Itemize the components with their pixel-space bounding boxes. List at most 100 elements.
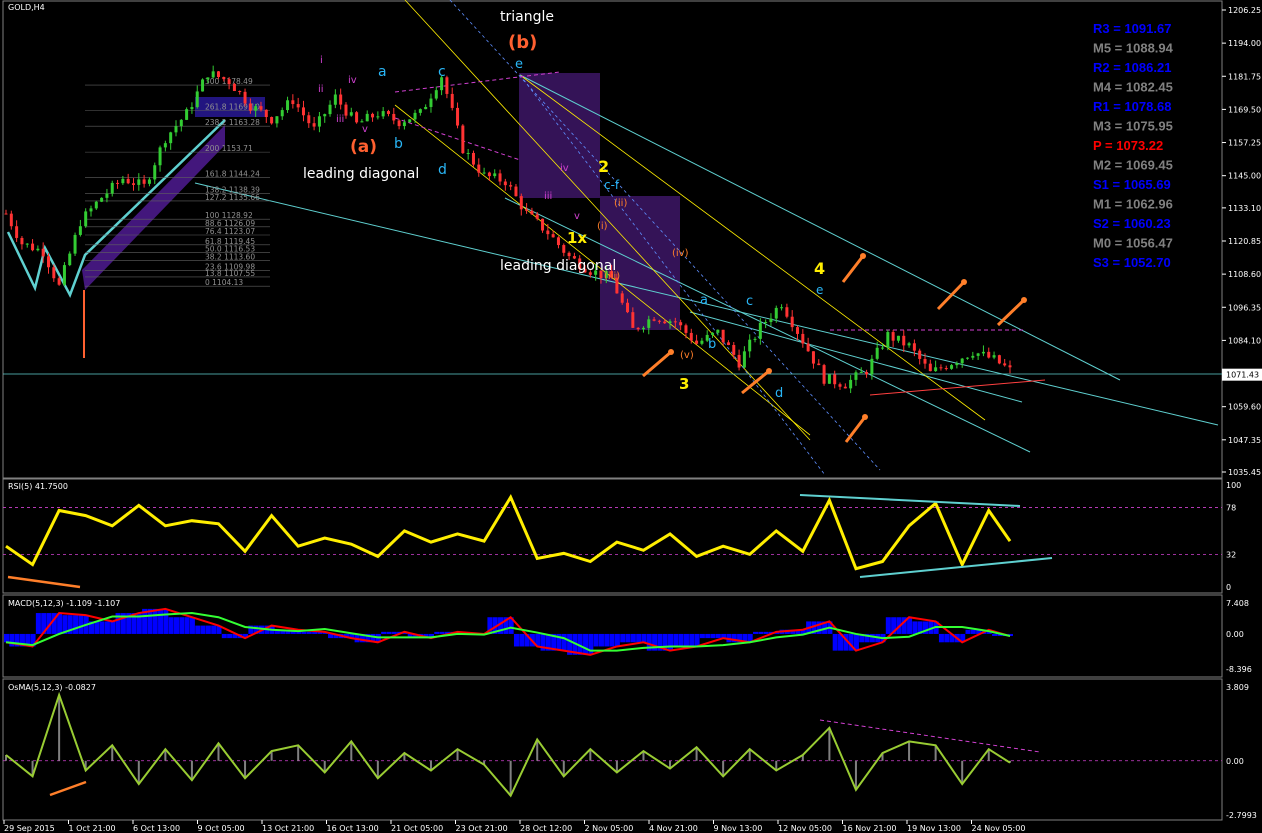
wave-label: 4 [814,259,825,278]
candle-body [312,123,316,127]
candle-body [317,116,321,127]
wave-label: (v) [680,350,694,361]
candle-body [849,379,853,389]
candle-body [790,316,794,328]
macd-bar [99,621,105,634]
indicator-lines [3,493,1222,798]
macd-bar [885,617,891,634]
price-tick-label: 1059.60 [1228,403,1261,412]
osma-line [5,691,1011,798]
candle-body [461,125,465,154]
impulse-wedge [82,125,225,290]
macd-bar [104,621,110,634]
trading-chart[interactable]: 300 1178.49261.8 1169.10238.2 1163.28200… [0,0,1262,833]
candle-body [902,335,906,346]
candle-body [365,113,369,122]
candle-body [190,107,194,110]
candle-body [52,267,56,279]
candle-body [620,293,624,303]
candle-body [121,178,125,184]
macd-bar [668,633,674,651]
wave-label: i [320,55,323,66]
candle-body [811,351,815,364]
diag-line-3 [519,74,986,421]
current-price-label: 1071.43 [1226,371,1259,380]
osma-orange-mark [49,780,87,797]
wave-label: d [438,162,447,178]
osma-bar [137,760,140,785]
candle-body [280,110,284,117]
pivot-label: S1 = 1065.69 [1093,177,1171,192]
macd-bar [110,621,116,634]
macd-bar [152,608,158,634]
time-tick-label: 16 Oct 13:00 [327,824,379,833]
candle-body [84,211,88,227]
candle-body [57,278,61,285]
candle-body [764,321,768,323]
wave-label: a [700,293,708,308]
candle-body [201,79,205,92]
time-tick-label: 13 Oct 21:00 [262,824,314,833]
candle-body [227,79,231,84]
macd-bar [147,608,153,634]
wave-label: (a) [350,137,377,157]
macd-bar [710,633,716,639]
candle-body [859,372,863,374]
analysis-drawings [3,0,1222,476]
macd-bar [625,633,631,643]
candle-body [981,351,985,354]
wave-label: (iv) [672,248,689,259]
candle-body [147,179,151,184]
wave-label: iv [348,75,357,86]
arrow-head [961,279,967,285]
arrow-head [862,414,868,420]
macd-bar [715,633,721,639]
macd-bar [763,631,769,634]
macd-bar [598,633,604,647]
candle-body [695,340,699,344]
candle-body [652,319,656,321]
osma-bar [190,760,193,781]
indicator-tick-label: 0.00 [1226,630,1244,639]
macd-bar [195,625,201,634]
candle-body [525,209,529,211]
candle-body [769,318,773,322]
osma-bar [722,760,725,777]
candle-body [992,355,996,358]
pivot-label: P = 1073.22 [1093,138,1163,153]
candle-body [376,116,380,118]
candle-body [503,181,507,186]
macd-bar [583,633,589,655]
macd-bar [73,615,79,634]
osma-panel [2,678,1223,821]
candle-body [960,358,964,364]
chart-title: GOLD,H4 [8,3,45,12]
candle-body [647,319,651,328]
osma-trend [819,719,1041,753]
candle-body [726,342,730,346]
macd-bar [163,608,169,634]
candle-body [753,338,757,340]
osma-bar [244,760,247,779]
candle-body [551,234,555,238]
zigzag-line [6,119,226,299]
macd-bar [306,631,312,634]
candle-body [275,116,279,124]
candle-body [402,122,406,127]
macd-bar [970,629,976,634]
macd-bar [221,633,227,639]
candle-body [758,322,762,339]
candle-body [248,103,252,111]
pivot-label: M3 = 1075.95 [1093,119,1173,134]
price-tick-label: 1096.35 [1228,303,1261,312]
wave-label: 3 [679,375,689,393]
candle-body [509,185,513,187]
candle-body [137,179,141,185]
price-tick-label: 1084.10 [1228,336,1261,345]
pivot-label: M2 = 1069.45 [1093,158,1173,173]
price-candles [4,65,1012,394]
time-tick-label: 23 Oct 21:00 [456,824,508,833]
candle-body [408,119,412,123]
candle-body [105,193,109,198]
candle-body [15,226,19,238]
